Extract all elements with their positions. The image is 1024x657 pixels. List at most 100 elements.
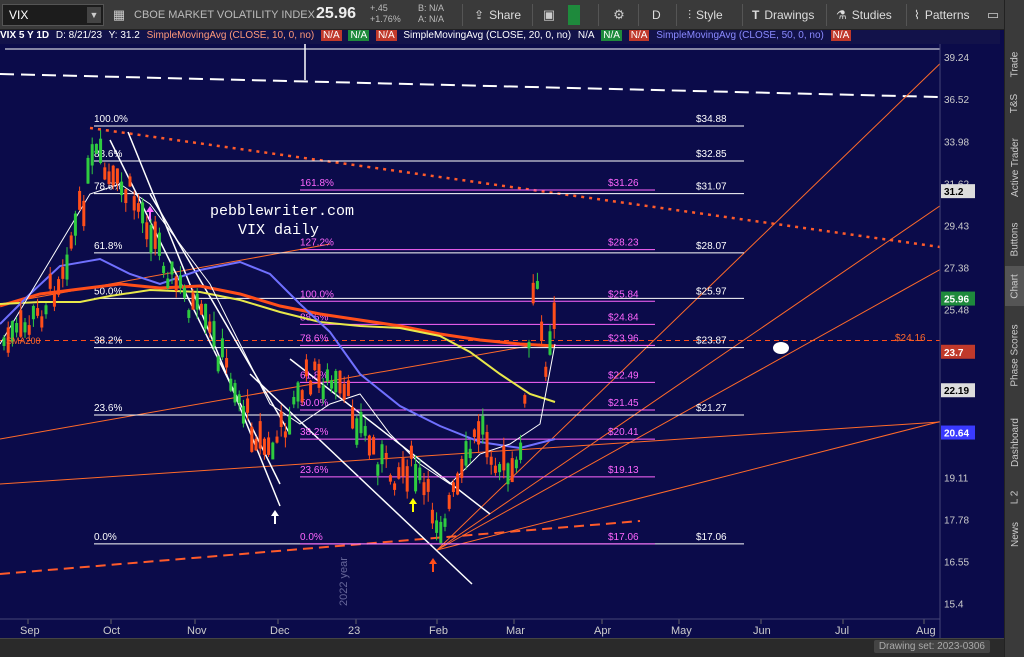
candle-body bbox=[124, 189, 128, 204]
patterns-button[interactable]: ⌇ Patterns bbox=[914, 4, 970, 26]
fib-white-price: $31.07 bbox=[696, 182, 727, 193]
candle-body bbox=[540, 321, 544, 341]
fib-white-pct: 38.2% bbox=[94, 336, 122, 347]
candle-body bbox=[191, 292, 195, 310]
studies-icon: ⚗ bbox=[836, 8, 847, 22]
candle-body bbox=[519, 442, 523, 460]
sma200-label: SMA200 bbox=[6, 336, 41, 346]
more-icon[interactable]: ▭ bbox=[982, 4, 1004, 26]
y-tick-label: 25.48 bbox=[944, 305, 969, 316]
candle-body bbox=[170, 261, 174, 275]
symbol-input[interactable]: VIX ▼ bbox=[2, 4, 104, 26]
candle-body bbox=[367, 435, 371, 456]
candle-body bbox=[27, 325, 31, 335]
candle-body bbox=[418, 467, 422, 481]
top-toolbar: VIX ▼ ▦ CBOE MARKET VOLATILITY INDEX 25.… bbox=[0, 0, 1024, 30]
thinkorswim-window: VIX ▼ ▦ CBOE MARKET VOLATILITY INDEX 25.… bbox=[0, 0, 1024, 657]
fib-white-price: $21.27 bbox=[696, 403, 727, 414]
sidebar-tab-news[interactable]: News bbox=[1005, 514, 1024, 554]
candle-body bbox=[472, 429, 476, 437]
candle-body bbox=[443, 518, 447, 527]
candle-body bbox=[447, 494, 451, 509]
sidebar-tab-phase-scores[interactable]: Phase Scores bbox=[1005, 310, 1024, 400]
x-tick-label: Aug bbox=[916, 625, 936, 637]
sma10-legend[interactable]: SimpleMovingAvg (CLOSE, 10, 0, no) bbox=[147, 30, 315, 41]
candle-body bbox=[204, 303, 208, 329]
studies-label: Studies bbox=[851, 8, 892, 22]
screenshot-icon[interactable]: ▣ bbox=[538, 4, 560, 26]
price-chart[interactable]: 100.0% $34.88 88.6% $32.85 78.6% $31.07 61.8% $… bbox=[0, 44, 1004, 638]
sidebar-tab-active-trader[interactable]: Active Trader bbox=[1005, 122, 1024, 212]
candle-body bbox=[376, 464, 380, 476]
tab-label: Buttons bbox=[1009, 222, 1021, 256]
tab-label: Dashboard bbox=[1009, 417, 1021, 467]
fib-white-price: $17.06 bbox=[696, 532, 727, 543]
candle-body bbox=[250, 426, 254, 452]
candle-body bbox=[229, 378, 233, 391]
candle-body bbox=[552, 302, 556, 329]
sidebar-tab-ts[interactable]: T&S bbox=[1005, 86, 1024, 120]
candle-body bbox=[372, 437, 376, 455]
sma10-na-2: N/A bbox=[348, 30, 370, 41]
fib-magenta-price: $19.13 bbox=[608, 465, 639, 476]
candle-body bbox=[61, 266, 65, 279]
sma20-legend[interactable]: SimpleMovingAvg (CLOSE, 20, 0, no) bbox=[403, 30, 571, 41]
fib-magenta-price: $24.84 bbox=[608, 312, 639, 323]
sidebar-tab-dashboard[interactable]: Dashboard bbox=[1005, 404, 1024, 480]
candle-body bbox=[460, 458, 464, 478]
studies-button[interactable]: ⚗ Studies bbox=[836, 4, 892, 26]
fib-magenta-price: $28.23 bbox=[608, 238, 639, 249]
symbol-value: VIX bbox=[9, 8, 29, 22]
candle-body bbox=[241, 405, 245, 424]
sidebar-tab-buttons[interactable]: Buttons bbox=[1005, 214, 1024, 264]
candle-body bbox=[225, 358, 229, 368]
y-tick-label: 15.4 bbox=[944, 600, 964, 611]
sidebar-tab-l2[interactable]: L 2 bbox=[1005, 482, 1024, 512]
gear-icon[interactable]: ⚙ bbox=[608, 4, 630, 26]
drawing-set-label[interactable]: Drawing set: 2023-0306 bbox=[873, 640, 990, 653]
change-percent: +1.76% bbox=[370, 14, 401, 24]
candle-body bbox=[485, 432, 489, 458]
candle-body bbox=[493, 465, 497, 473]
candle-body bbox=[430, 509, 434, 524]
style-button[interactable]: ⫶ Style bbox=[688, 4, 723, 26]
drawings-button[interactable]: T Drawings bbox=[752, 4, 814, 26]
color-swatch-icon[interactable] bbox=[568, 5, 580, 25]
y-tick-label: 16.55 bbox=[944, 558, 969, 569]
symbol-description: CBOE MARKET VOLATILITY INDEX bbox=[134, 9, 315, 21]
candle-body bbox=[111, 165, 115, 186]
tab-label: Trade bbox=[1009, 51, 1021, 77]
candle-body bbox=[103, 167, 107, 180]
candle-body bbox=[157, 232, 161, 256]
extra-level-label: $24.16 bbox=[895, 333, 926, 344]
candle-body bbox=[153, 221, 157, 249]
candle-body bbox=[330, 380, 334, 389]
candle-body bbox=[195, 293, 199, 310]
fib-magenta-pct: 127.2% bbox=[300, 238, 334, 249]
candle-body bbox=[451, 482, 455, 493]
y-tick-label: 39.24 bbox=[944, 53, 969, 64]
candle-body bbox=[435, 520, 439, 533]
axis-background bbox=[940, 44, 1004, 638]
fib-white-pct: 100.0% bbox=[94, 114, 128, 125]
sidebar-tab-trade[interactable]: Trade bbox=[1005, 44, 1024, 84]
x-tick-label: Jun bbox=[753, 625, 771, 637]
share-button[interactable]: ⇪ Share bbox=[474, 4, 521, 26]
period-button[interactable]: D bbox=[652, 4, 661, 26]
x-tick-label: Dec bbox=[270, 625, 290, 637]
chevron-down-icon[interactable]: ▼ bbox=[87, 7, 101, 23]
sidebar-tab-chart[interactable]: Chart bbox=[1005, 266, 1024, 306]
fib-magenta-pct: 38.2% bbox=[300, 427, 328, 438]
fib-white-price: $23.87 bbox=[696, 336, 727, 347]
candle-body bbox=[120, 181, 124, 196]
candle-body bbox=[73, 213, 77, 236]
candle-body bbox=[246, 398, 250, 413]
candle-body bbox=[174, 276, 178, 292]
sma50-legend[interactable]: SimpleMovingAvg (CLOSE, 50, 0, no) bbox=[656, 30, 824, 41]
fib-white-price: $34.88 bbox=[696, 114, 727, 125]
candle-body bbox=[468, 448, 472, 459]
fib-magenta-pct: 61.8% bbox=[300, 370, 328, 381]
link-icon[interactable]: ▦ bbox=[108, 4, 130, 26]
fib-magenta-pct: 23.6% bbox=[300, 465, 328, 476]
candle-body bbox=[208, 321, 212, 333]
